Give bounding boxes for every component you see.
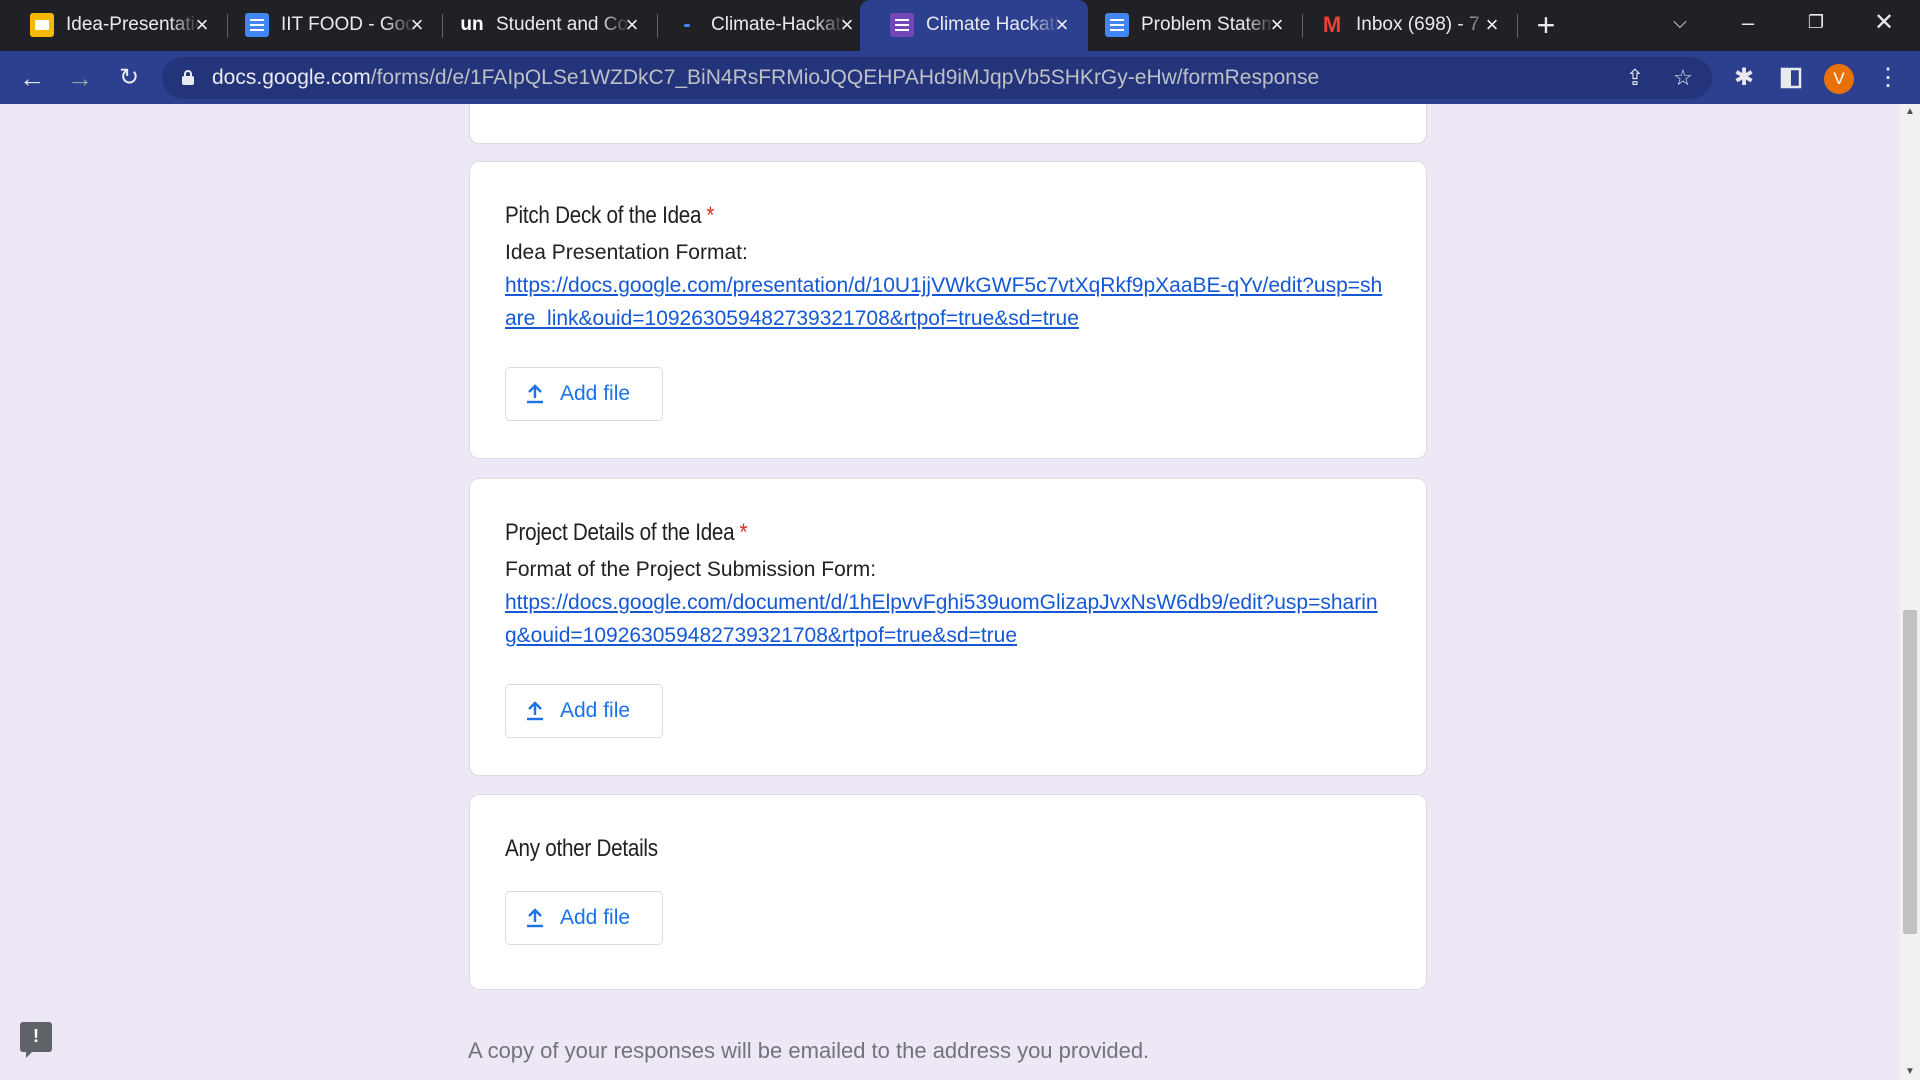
tab-inbox[interactable]: M Inbox (698) - 7 × — [1290, 0, 1518, 51]
tab-idea-presentation[interactable]: Idea-Presentation × — [0, 0, 228, 51]
question-card-pitch-deck: Pitch Deck of the Idea * Idea Presentatio… — [469, 161, 1427, 459]
report-feedback-icon[interactable]: ! — [20, 1022, 52, 1058]
tab-strip: Idea-Presentation × IIT FOOD - Google Do… — [0, 0, 1920, 51]
close-icon[interactable]: × — [1050, 13, 1074, 37]
page-scrollbar[interactable]: ▲ ▼ — [1900, 104, 1920, 1080]
close-icon[interactable]: × — [835, 13, 859, 37]
profile-avatar[interactable]: V — [1824, 64, 1854, 94]
question-description: Format of the Project Submission Form: h… — [505, 553, 1385, 652]
tab-title: Idea-Presentation — [66, 14, 200, 36]
form-page: Pitch Deck of the Idea * Idea Presentatio… — [0, 104, 1900, 1080]
question-title: Any other Details — [505, 835, 658, 863]
extensions-puzzle-icon[interactable]: ✱ — [1728, 62, 1760, 94]
address-bar[interactable]: docs.google.com/forms/d/e/1FAIpQLSe1WZDk… — [162, 57, 1712, 99]
page-icon — [675, 13, 699, 37]
question-title: Pitch Deck of the Idea * — [505, 202, 714, 230]
bookmark-star-icon[interactable]: ☆ — [1668, 63, 1698, 93]
slides-icon — [30, 13, 54, 37]
tab-title: Climate-Hackathon — [711, 14, 845, 36]
minimize-icon[interactable]: – — [1720, 0, 1776, 45]
format-link[interactable]: https://docs.google.com/document/d/1hElp… — [505, 591, 1378, 647]
tab-title: Climate Hackathon — [926, 14, 1060, 36]
add-file-label: Add file — [560, 382, 631, 405]
add-file-label: Add file — [560, 906, 631, 929]
browser-toolbar: ← → ↻ docs.google.com/forms/d/e/1FAIpQLS… — [0, 51, 1920, 104]
previous-question-card — [469, 104, 1427, 144]
tab-title: Problem Statements — [1141, 14, 1275, 36]
docs-icon — [245, 13, 269, 37]
description-text: Idea Presentation Format: — [505, 241, 748, 264]
url-path: /forms/d/e/1FAIpQLSe1WZDkC7_BiN4RsFRMioJ… — [370, 66, 1320, 89]
window-close-icon[interactable]: ✕ — [1856, 0, 1912, 45]
tab-title: Student and Community — [496, 14, 630, 36]
upload-icon — [524, 383, 546, 405]
tab-search-chevron-icon[interactable]: ⌵ — [1652, 0, 1708, 45]
tab-climate-hackathon-active[interactable]: Climate Hackathon × — [860, 0, 1088, 51]
tab-separator — [1517, 14, 1518, 38]
lock-icon[interactable] — [182, 70, 194, 85]
required-asterisk: * — [706, 202, 715, 229]
tab-student-community[interactable]: un Student and Community × — [430, 0, 658, 51]
close-icon[interactable]: × — [1265, 13, 1289, 37]
add-file-button[interactable]: Add file — [505, 891, 663, 945]
url-domain: docs.google.com — [212, 66, 371, 89]
close-icon[interactable]: × — [405, 13, 429, 37]
add-file-label: Add file — [560, 699, 631, 722]
side-panel-icon[interactable] — [1775, 62, 1807, 94]
question-title-text: Project Details of the Idea — [505, 519, 735, 546]
description-text: Format of the Project Submission Form: — [505, 558, 877, 581]
docs-icon — [1105, 13, 1129, 37]
tab-title: IIT FOOD - Google Docs — [281, 14, 415, 36]
tab-problem-statements[interactable]: Problem Statements × — [1075, 0, 1303, 51]
add-file-button[interactable]: Add file — [505, 684, 663, 738]
scroll-thumb[interactable] — [1903, 610, 1917, 934]
new-tab-plus-icon[interactable]: + — [1528, 8, 1564, 44]
format-link[interactable]: https://docs.google.com/presentation/d/1… — [505, 274, 1382, 330]
response-copy-note: A copy of your responses will be emailed… — [468, 1038, 1150, 1063]
restore-icon[interactable]: ❐ — [1788, 0, 1844, 45]
required-asterisk: * — [739, 519, 748, 546]
url-text[interactable]: docs.google.com/forms/d/e/1FAIpQLSe1WZDk… — [212, 67, 1319, 89]
back-arrow-icon[interactable]: ← — [16, 62, 48, 94]
menu-kebab-icon[interactable]: ⋮ — [1872, 62, 1904, 94]
close-icon[interactable]: × — [620, 13, 644, 37]
close-icon[interactable]: × — [190, 13, 214, 37]
tab-climate-hackathon-1[interactable]: Climate-Hackathon × — [645, 0, 873, 51]
question-card-other-details: Any other Details Add file — [469, 794, 1427, 990]
tab-iit-food[interactable]: IIT FOOD - Google Docs × — [215, 0, 443, 51]
forms-icon — [890, 13, 914, 37]
upload-icon — [524, 907, 546, 929]
question-title: Project Details of the Idea * — [505, 519, 748, 547]
close-icon[interactable]: × — [1480, 13, 1504, 37]
upload-icon — [524, 700, 546, 722]
question-title-text: Any other Details — [505, 835, 658, 862]
scroll-down-arrow-icon[interactable]: ▼ — [1900, 1064, 1920, 1080]
un-icon: un — [460, 14, 484, 35]
share-icon[interactable]: ⇪ — [1620, 63, 1650, 93]
reload-icon[interactable]: ↻ — [113, 62, 145, 94]
question-description: Idea Presentation Format: https://docs.g… — [505, 236, 1385, 335]
tab-title: Inbox (698) - 7 — [1356, 14, 1490, 36]
question-card-project-details: Project Details of the Idea * Format of t… — [469, 478, 1427, 776]
gmail-icon: M — [1322, 12, 1342, 37]
scroll-up-arrow-icon[interactable]: ▲ — [1900, 104, 1920, 120]
forward-arrow-icon[interactable]: → — [64, 62, 96, 94]
question-title-text: Pitch Deck of the Idea — [505, 202, 702, 229]
add-file-button[interactable]: Add file — [505, 367, 663, 421]
